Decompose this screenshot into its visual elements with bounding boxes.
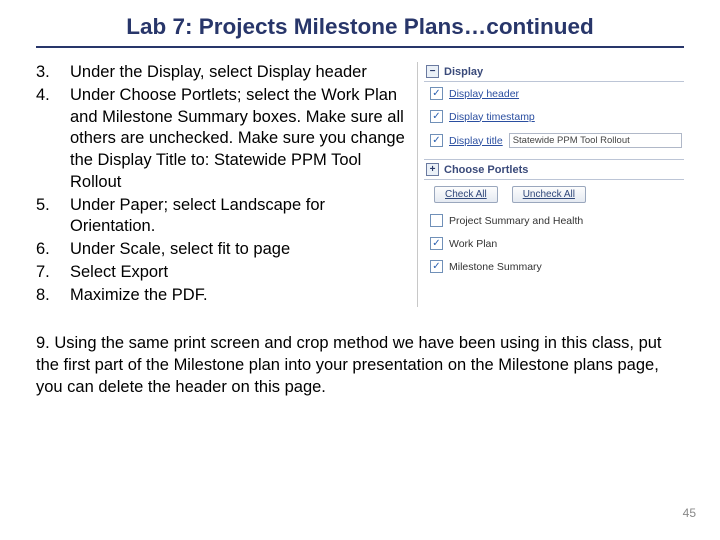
- option-project-summary[interactable]: Project Summary and Health: [424, 209, 684, 232]
- option-label: Display timestamp: [449, 111, 535, 123]
- instruction-number: 5.: [36, 195, 58, 217]
- instruction-list: 3. Under the Display, select Display hea…: [36, 62, 409, 307]
- option-display-timestamp[interactable]: Display timestamp: [424, 105, 684, 128]
- uncheck-all-button[interactable]: Uncheck All: [512, 186, 586, 203]
- instruction-text: Under Scale, select fit to page: [58, 239, 409, 261]
- choose-portlets-header[interactable]: + Choose Portlets: [424, 159, 684, 180]
- instruction-text: Under Paper; select Landscape for Orient…: [58, 195, 409, 239]
- slide-title: Lab 7: Projects Milestone Plans…continue…: [36, 14, 684, 48]
- checkbox-icon[interactable]: [430, 134, 443, 147]
- expand-icon[interactable]: +: [426, 163, 439, 176]
- option-label: Display title: [449, 135, 503, 147]
- instruction-4: 4. Under Choose Portlets; select the Wor…: [36, 85, 409, 194]
- checkbox-icon[interactable]: [430, 87, 443, 100]
- checkbox-icon[interactable]: [430, 237, 443, 250]
- instruction-text: Under Choose Portlets; select the Work P…: [58, 85, 409, 194]
- option-label: Project Summary and Health: [449, 215, 583, 227]
- collapse-icon[interactable]: −: [426, 65, 439, 78]
- option-label: Work Plan: [449, 238, 497, 250]
- instruction-7: 7. Select Export: [36, 262, 409, 284]
- instruction-number: 3.: [36, 62, 58, 84]
- check-all-button[interactable]: Check All: [434, 186, 498, 203]
- instruction-number: 7.: [36, 262, 58, 284]
- portlet-button-row: Check All Uncheck All: [424, 180, 684, 209]
- instruction-text: Select Export: [58, 262, 409, 284]
- page-number: 45: [683, 506, 696, 520]
- option-display-title[interactable]: Display title: [424, 128, 684, 153]
- instruction-number: 6.: [36, 239, 58, 261]
- instruction-number: 8.: [36, 285, 58, 307]
- option-display-header[interactable]: Display header: [424, 82, 684, 105]
- option-milestone-summary[interactable]: Milestone Summary: [424, 255, 684, 278]
- display-section-header[interactable]: − Display: [424, 62, 684, 82]
- option-label: Milestone Summary: [449, 261, 542, 273]
- display-title-input[interactable]: [509, 133, 682, 148]
- display-section-label: Display: [444, 66, 483, 78]
- instruction-number: 4.: [36, 85, 58, 107]
- instruction-text: Under the Display, select Display header: [58, 62, 409, 84]
- instruction-6: 6. Under Scale, select fit to page: [36, 239, 409, 261]
- choose-portlets-label: Choose Portlets: [444, 164, 528, 176]
- checkbox-icon[interactable]: [430, 260, 443, 273]
- option-label: Display header: [449, 88, 519, 100]
- instruction-8: 8. Maximize the PDF.: [36, 285, 409, 307]
- instruction-5: 5. Under Paper; select Landscape for Ori…: [36, 195, 409, 239]
- checkbox-icon[interactable]: [430, 110, 443, 123]
- settings-panel: − Display Display header Display timesta…: [417, 62, 684, 307]
- instruction-text: Maximize the PDF.: [58, 285, 409, 307]
- instruction-3: 3. Under the Display, select Display hea…: [36, 62, 409, 84]
- instruction-9: 9. Using the same print screen and crop …: [36, 333, 684, 398]
- checkbox-icon[interactable]: [430, 214, 443, 227]
- option-work-plan[interactable]: Work Plan: [424, 232, 684, 255]
